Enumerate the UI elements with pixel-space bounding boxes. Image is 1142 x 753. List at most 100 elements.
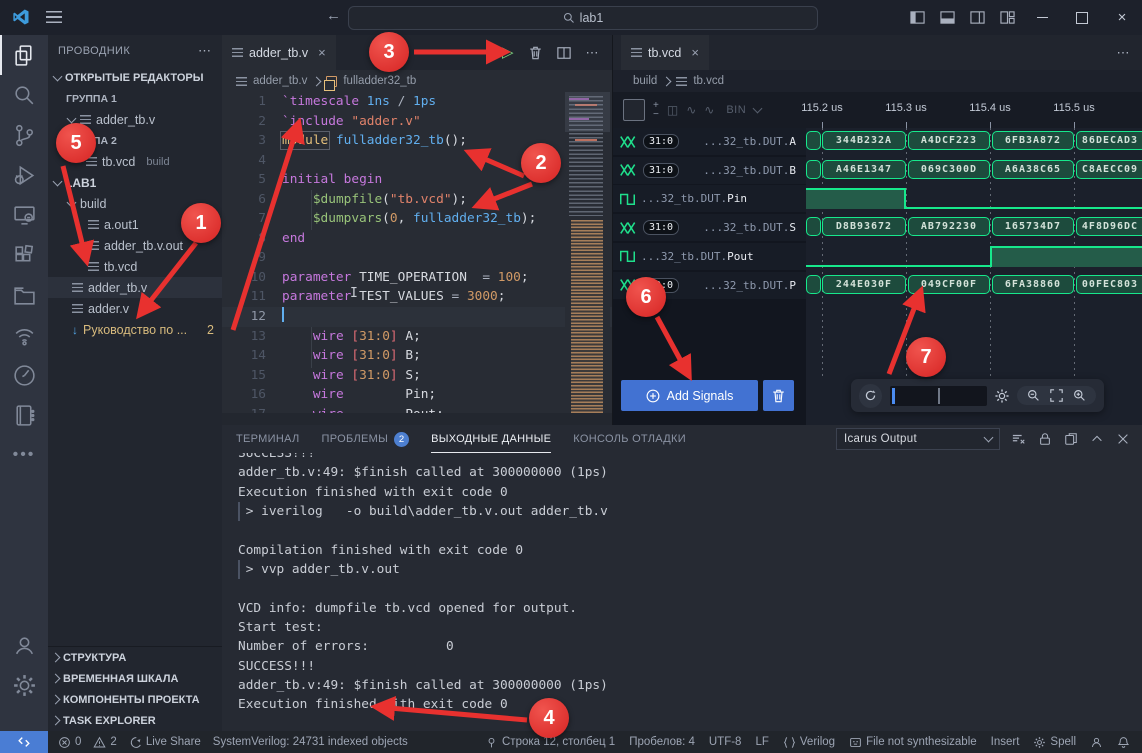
layout-sidebar-left-icon[interactable] (902, 0, 932, 35)
section-project-components[interactable]: КОМПОНЕНТЫ ПРОЕКТА (48, 689, 222, 710)
signal-row-B[interactable]: 31:0...32_tb.DUT.B (613, 157, 806, 184)
status-right-9[interactable] (1117, 736, 1130, 749)
open-editors-section[interactable]: ОТКРЫТЫЕ РЕДАКТОРЫ (48, 67, 222, 88)
status-right-3[interactable]: LF (755, 736, 768, 748)
refresh-icon[interactable] (859, 384, 882, 408)
tree-folder-build[interactable]: build (48, 193, 222, 214)
activity-item-source-control[interactable] (0, 115, 48, 155)
activity-item-runtime[interactable] (0, 355, 48, 395)
workspace-section-lab1[interactable]: LAB1 (48, 172, 222, 193)
more-actions-icon[interactable]: ⋯ (1117, 45, 1132, 61)
open-editor-icon[interactable] (1064, 432, 1078, 446)
status-right-2[interactable]: UTF-8 (709, 736, 742, 748)
radix-select[interactable]: BIN (726, 104, 746, 116)
signal-row-Pin[interactable]: ...32_tb.DUT.Pin (613, 185, 806, 212)
trash-icon[interactable] (529, 46, 542, 60)
tab-adder-tb[interactable]: adder_tb.v × (222, 35, 336, 70)
analog-wave2-icon[interactable]: ∿ (704, 103, 714, 117)
activity-item-containers[interactable] (0, 395, 48, 435)
signal-row-S[interactable]: 31:0...32_tb.DUT.S (613, 214, 806, 241)
activity-item-extensions[interactable] (0, 235, 48, 275)
close-tab-icon[interactable]: × (318, 45, 326, 60)
tab-tbvcd[interactable]: tb.vcd × (621, 35, 709, 70)
lock-icon[interactable] (1038, 432, 1052, 446)
editor-breadcrumb[interactable]: adder_tb.v fulladder32_tb (222, 70, 612, 92)
back-arrow-icon[interactable]: ← (326, 7, 341, 24)
open-editor-adder-tb[interactable]: adder_tb.v (48, 109, 222, 130)
panel-tab-2[interactable]: ВЫХОДНЫЕ ДАННЫЕ (431, 425, 551, 453)
tree-file-adder[interactable]: adder.v (48, 298, 222, 319)
activity-item-run-debug[interactable] (0, 155, 48, 195)
panel-tab-3[interactable]: КОНСОЛЬ ОТЛАДКИ (573, 425, 686, 453)
output-channel-select[interactable]: Icarus Output (836, 428, 1000, 450)
add-signals-button[interactable]: Add Signals (621, 380, 758, 411)
panel-tab-0[interactable]: ТЕРМИНАЛ (236, 425, 299, 453)
bus-display-icon[interactable]: ◫ (667, 103, 678, 117)
open-editor-tbvcd[interactable]: tb.vcd build (48, 151, 222, 172)
explorer-more-icon[interactable]: ⋯ (198, 43, 212, 59)
editor-scrollbar[interactable] (222, 413, 612, 425)
wave-breadcrumb[interactable]: build tb.vcd (613, 70, 1142, 92)
timeline-scrubber[interactable] (890, 386, 987, 406)
terminal-output[interactable]: SUCCESS!!!adder_tb.v:49: $finish called … (238, 444, 1132, 731)
split-editor-icon[interactable] (557, 46, 571, 60)
tree-file-adder-tb[interactable]: adder_tb.v (48, 277, 222, 298)
activity-item-project-manager[interactable] (0, 275, 48, 315)
menu-icon[interactable] (46, 11, 62, 23)
close-icon[interactable] (1116, 432, 1130, 446)
status-left-3[interactable]: SystemVerilog: 24731 indexed objects (213, 736, 408, 748)
status-left-2[interactable]: Live Share (129, 736, 201, 749)
tree-file-aout1[interactable]: a.out1 (48, 214, 222, 235)
tree-file-guide[interactable]: ↓ Руководство по ... 2 (48, 319, 222, 340)
status-left-1[interactable]: 2 (93, 736, 116, 749)
status-right-1[interactable]: Пробелов: 4 (629, 736, 695, 748)
layout-sidebar-right-icon[interactable] (962, 0, 992, 35)
maximize-button[interactable] (1062, 0, 1102, 35)
minimize-button[interactable] (1022, 0, 1062, 35)
command-center-search[interactable]: lab1 (348, 6, 818, 30)
minimap-slider[interactable] (565, 92, 610, 132)
close-tab-icon[interactable]: × (691, 45, 699, 60)
chevron-up-icon[interactable] (1090, 432, 1104, 446)
color-swatch[interactable] (623, 99, 645, 121)
zoom-out-icon[interactable] (1027, 389, 1040, 402)
remote-indicator[interactable] (0, 731, 48, 753)
activity-item-search[interactable] (0, 75, 48, 115)
zoom-in-icon[interactable] (1073, 389, 1086, 402)
status-right-8[interactable] (1090, 736, 1103, 749)
activity-item-explorer[interactable] (0, 35, 48, 75)
code-editor[interactable]: 1`timescale 1ns / 1ps2`include "adder.v"… (222, 92, 612, 425)
decrease-size-icon[interactable]: − (653, 110, 659, 119)
status-right-4[interactable]: Verilog (783, 736, 835, 749)
activity-item-remote-explorer[interactable] (0, 195, 48, 235)
status-left-0[interactable]: 0 (58, 736, 81, 749)
close-window-button[interactable]: × (1102, 0, 1142, 35)
activity-item-more[interactable]: ••• (0, 435, 48, 475)
run-button[interactable]: ▷ (502, 45, 514, 60)
tree-file-adder-tb-out[interactable]: adder_tb.v.out (48, 235, 222, 256)
panel-tab-1[interactable]: ПРОБЛЕМЫ2 (321, 425, 409, 453)
activity-item-wireless[interactable] (0, 315, 48, 355)
clear-output-icon[interactable] (1012, 432, 1026, 446)
fit-screen-icon[interactable] (1050, 389, 1063, 402)
more-actions-icon[interactable]: ⋯ (586, 45, 601, 61)
analog-wave-icon[interactable]: ∿ (686, 103, 696, 117)
signal-row-Pout[interactable]: ...32_tb.DUT.Pout (613, 243, 806, 270)
signal-row-P[interactable]: 30:0...32_tb.DUT.P (613, 272, 806, 299)
activity-item-settings[interactable] (0, 665, 48, 705)
section-timeline[interactable]: ВРЕМЕННАЯ ШКАЛА (48, 668, 222, 689)
status-right-5[interactable]: File not synthesizable (849, 736, 977, 749)
minimap[interactable] (565, 92, 610, 425)
tree-file-tbvcd[interactable]: tb.vcd (48, 256, 222, 277)
section-structure[interactable]: СТРУКТУРА (48, 647, 222, 668)
status-right-0[interactable]: Строка 12, столбец 1 (485, 736, 615, 749)
editor-layout-icon[interactable] (992, 0, 1022, 35)
signal-row-A[interactable]: 31:0...32_tb.DUT.A (613, 128, 806, 155)
gear-icon[interactable] (995, 389, 1009, 403)
layout-panel-icon[interactable] (932, 0, 962, 35)
status-right-7[interactable]: Spell (1033, 736, 1076, 749)
status-right-6[interactable]: Insert (991, 736, 1020, 748)
section-task-explorer[interactable]: TASK EXPLORER (48, 710, 222, 731)
remove-signals-button[interactable] (763, 380, 794, 411)
activity-item-account[interactable] (0, 625, 48, 665)
